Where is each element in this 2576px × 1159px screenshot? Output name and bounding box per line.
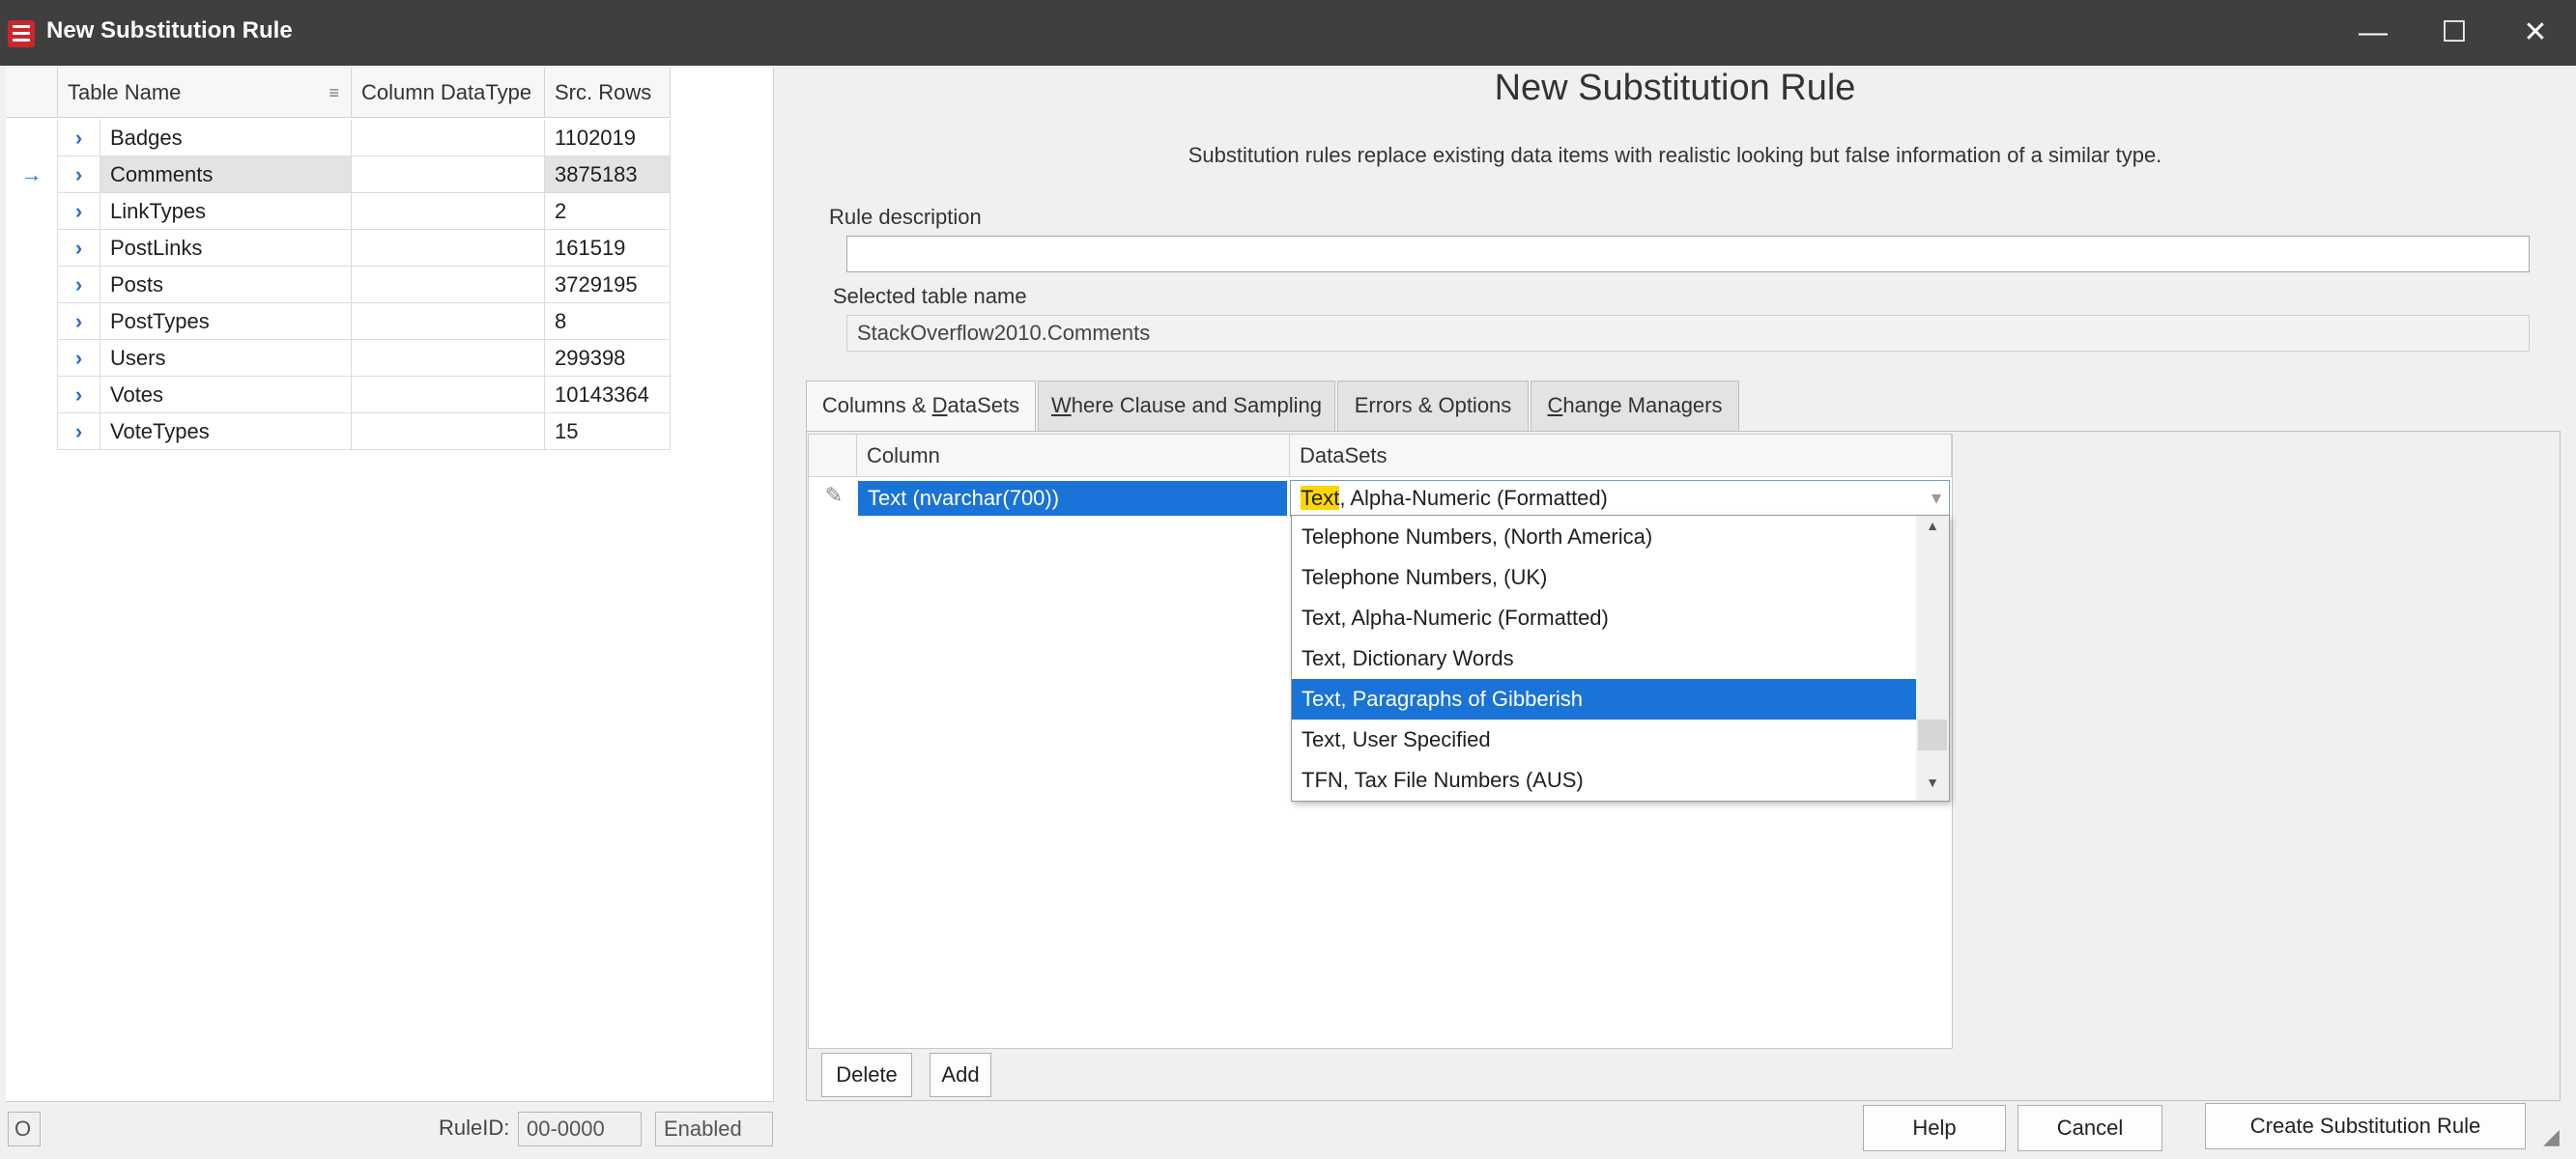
expand-chevron-icon[interactable]: › [58,340,100,377]
datatype-cell[interactable] [352,377,545,413]
current-row-arrow-icon [6,267,58,303]
minimize-button[interactable]: — [2334,0,2412,66]
expand-chevron-icon[interactable]: › [58,193,100,230]
expand-chevron-icon[interactable]: › [58,377,100,413]
src-rows-cell[interactable]: 10143364 [545,377,671,413]
datatype-cell[interactable] [352,267,545,303]
app-logo-icon [8,20,35,47]
resize-grip-icon[interactable]: ◢ [2543,1124,2572,1153]
current-row-arrow-icon [6,303,58,340]
chevron-down-icon[interactable]: ▾ [1932,481,1941,516]
rule-description-label: Rule description [829,205,982,229]
table-name-cell[interactable]: PostLinks [100,230,352,267]
row-indicator-header [6,68,58,118]
window-title: New Substitution Rule [46,17,293,43]
datasets-combobox[interactable]: Text, Alpha-Numeric (Formatted) ▾ [1290,480,1950,517]
sort-icon[interactable]: ≡ [329,68,339,118]
expand-chevron-icon[interactable]: › [58,156,100,193]
scroll-down-icon[interactable]: ▼ [1916,775,1949,790]
datatype-cell[interactable] [352,340,545,377]
dropdown-option[interactable]: Text, User Specified [1292,720,1916,760]
datasets-dropdown-list: Telephone Numbers, (North America) Teleph… [1291,515,1950,802]
o-indicator: O [8,1112,41,1146]
row-indicator-header [809,435,857,477]
table-name-cell[interactable]: PostTypes [100,303,352,340]
current-row-arrow-icon: → [6,156,58,193]
dropdown-option[interactable]: Text, Alpha-Numeric (Formatted) [1292,598,1916,638]
dropdown-option[interactable]: Text, Paragraphs of Gibberish [1292,679,1916,720]
page-description: Substitution rules replace existing data… [1188,143,2162,167]
table-name-cell[interactable]: Votes [100,377,352,413]
dropdown-scrollbar[interactable]: ▲ ▼ [1916,516,1949,801]
left-footer: O RuleID: 00-0000 Enabled [6,1101,774,1155]
datatype-cell[interactable] [352,156,545,193]
expand-chevron-icon[interactable]: › [58,267,100,303]
src-rows-cell[interactable]: 15 [545,413,671,450]
dropdown-option[interactable]: TFN, Tax File Numbers (AUS) [1292,760,1916,801]
dropdown-option[interactable]: Telephone Numbers, (North America) [1292,517,1916,557]
datatype-cell[interactable] [352,120,545,156]
current-row-arrow-icon [6,230,58,267]
scrollbar-thumb[interactable] [1918,720,1947,750]
current-row-arrow-icon [6,193,58,230]
table-name-cell[interactable]: Users [100,340,352,377]
column-header-src-rows[interactable]: Src. Rows [545,68,671,118]
ruleid-value: 00-0000 [518,1112,642,1146]
src-rows-cell[interactable]: 8 [545,303,671,340]
tab-errors-options[interactable]: Errors & Options [1337,381,1529,431]
datatype-cell[interactable] [352,193,545,230]
scroll-up-icon[interactable]: ▲ [1916,518,1949,533]
cancel-button[interactable]: Cancel [2018,1105,2162,1151]
table-name-cell[interactable]: LinkTypes [100,193,352,230]
src-rows-cell[interactable]: 1102019 [545,120,671,156]
tab-where-clause-sampling[interactable]: Where Clause and Sampling [1038,381,1335,431]
expand-chevron-icon[interactable]: › [58,230,100,267]
src-rows-cell[interactable]: 3875183 [545,156,671,193]
add-button[interactable]: Add [930,1053,991,1097]
expand-chevron-icon[interactable]: › [58,303,100,340]
src-rows-cell[interactable]: 299398 [545,340,671,377]
datatype-cell[interactable] [352,303,545,340]
column-header-column[interactable]: Column [857,435,1290,477]
maximize-button[interactable]: ☐ [2416,0,2493,66]
table-name-cell[interactable]: Comments [100,156,352,193]
current-row-arrow-icon [6,413,58,450]
table-name-cell[interactable]: VoteTypes [100,413,352,450]
table-name-cell[interactable]: Posts [100,267,352,303]
delete-button[interactable]: Delete [821,1053,912,1097]
column-header-datasets[interactable]: DataSets [1290,435,1952,477]
tab-change-managers[interactable]: Change Managers [1531,381,1739,431]
datatype-cell[interactable] [352,413,545,450]
expand-chevron-icon[interactable]: › [58,413,100,450]
status-badge: Enabled [655,1112,773,1146]
dropdown-option[interactable]: Text, Dictionary Words [1292,638,1916,679]
selected-table-label: Selected table name [833,284,1027,308]
selected-table-field: StackOverflow2010.Comments [846,315,2530,352]
current-row-arrow-icon [6,120,58,156]
tab-columns-datasets[interactable]: Columns & DataSets [806,381,1036,433]
datatype-cell[interactable] [352,230,545,267]
dropdown-option[interactable]: Telephone Numbers, (UK) [1292,557,1916,598]
src-rows-cell[interactable]: 3729195 [545,267,671,303]
src-rows-cell[interactable]: 161519 [545,230,671,267]
title-bar: New Substitution Rule — ☐ ✕ [0,0,2576,66]
column-header-table-name[interactable]: Table Name ≡ [58,68,352,118]
expand-chevron-icon[interactable]: › [58,120,100,156]
column-cell[interactable]: Text (nvarchar(700)) [858,481,1287,516]
close-button[interactable]: ✕ [2497,0,2574,66]
help-button[interactable]: Help [1863,1105,2006,1151]
ruleid-label: RuleID: [439,1116,510,1140]
rule-description-input[interactable] [846,236,2530,272]
create-substitution-rule-button[interactable]: Create Substitution Rule [2205,1103,2526,1149]
tables-grid: Table Name ≡ Column DataType Src. Rows ›… [6,68,774,1101]
src-rows-cell[interactable]: 2 [545,193,671,230]
typed-text-highlight: Text [1301,486,1340,510]
current-row-arrow-icon [6,377,58,413]
table-name-cell[interactable]: Badges [100,120,352,156]
column-header-datatype[interactable]: Column DataType [352,68,545,118]
current-row-arrow-icon [6,340,58,377]
page-title: New Substitution Rule [1494,68,1856,108]
edit-pencil-icon: ✎ [824,483,844,507]
